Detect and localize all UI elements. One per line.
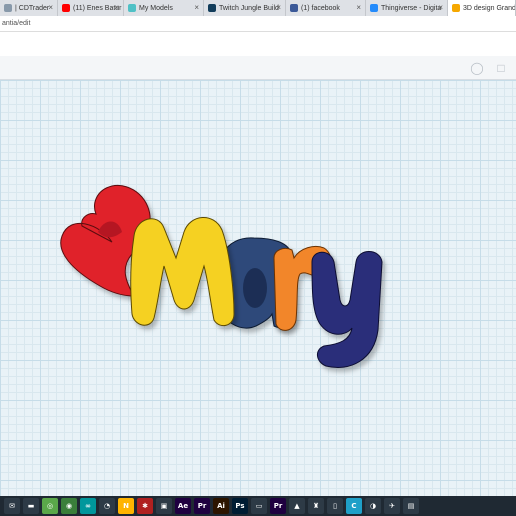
workplane[interactable] — [0, 80, 516, 496]
premiere-pro-icon[interactable]: Pr — [270, 498, 286, 514]
file-icon[interactable]: ▯ — [327, 498, 343, 514]
cone-icon[interactable]: ▲ — [289, 498, 305, 514]
n-app-icon[interactable]: N — [118, 498, 134, 514]
browser-tab[interactable]: My Models × — [124, 0, 204, 16]
monitor-icon[interactable]: ▭ — [251, 498, 267, 514]
close-icon[interactable]: × — [438, 4, 443, 12]
tinkercad-toolbar: ◯ □ — [0, 56, 516, 80]
blender-icon[interactable]: ◑ — [365, 498, 381, 514]
browser-tab[interactable]: (1) facebook × — [286, 0, 366, 16]
tab-label: My Models — [139, 4, 173, 12]
thingiverse-icon — [370, 4, 378, 12]
clock-icon[interactable]: ◔ — [99, 498, 115, 514]
tab-strip: | CDTrader×(11) Enes Batur - D×My Models… — [0, 0, 516, 16]
mail-icon[interactable]: ✉ — [4, 498, 20, 514]
game-icon[interactable]: ♜ — [308, 498, 324, 514]
photoshop-icon[interactable]: Ps — [232, 498, 248, 514]
light-bulb-icon[interactable]: ◯ — [470, 61, 484, 75]
close-icon[interactable]: × — [114, 4, 119, 12]
address-bar[interactable]: antia/edit — [0, 16, 516, 32]
browser-tab[interactable]: 3D design Grand St — [448, 0, 516, 16]
premiere-icon[interactable]: Pr — [194, 498, 210, 514]
3d-model-view — [60, 184, 383, 368]
browser-tab[interactable]: Twitch Jungle Build × — [204, 0, 286, 16]
page-icon — [4, 4, 12, 12]
plane-icon[interactable]: ✈ — [384, 498, 400, 514]
tab-label: Twitch Jungle Build — [219, 4, 279, 12]
arduino-icon[interactable]: ∞ — [80, 498, 96, 514]
explorer-icon[interactable]: ▬ — [23, 498, 39, 514]
thingiverse-icon — [128, 4, 136, 12]
close-icon[interactable]: × — [356, 4, 361, 12]
tab-label: Thingiverse - Digita — [381, 4, 442, 12]
url-text: antia/edit — [2, 20, 31, 27]
close-icon[interactable]: × — [276, 4, 281, 12]
browser-tab[interactable]: Thingiverse - Digita × — [366, 0, 448, 16]
after-effects-icon[interactable]: Ae — [175, 498, 191, 514]
close-icon[interactable]: × — [194, 4, 199, 12]
tinkercad-icon — [452, 4, 460, 12]
letter-y[interactable] — [311, 251, 383, 368]
tab-label: | CDTrader — [15, 4, 50, 12]
speech-bubble-icon[interactable]: □ — [494, 61, 508, 75]
windows-taskbar: ✉ ▬ ◎ ◉ ∞ ◔ N ✱ ▣ Ae Pr Ai Ps ▭ Pr ▲ ♜ ▯ C ◑ ✈ ▤ — [0, 496, 516, 516]
facebook-icon — [290, 4, 298, 12]
photo-app-icon[interactable]: ▣ — [156, 498, 172, 514]
close-icon[interactable]: × — [48, 4, 53, 12]
youtube-icon — [62, 4, 70, 12]
c-app-icon[interactable]: C — [346, 498, 362, 514]
browser-tab[interactable]: (11) Enes Batur - D× — [58, 0, 124, 16]
chrome-icon[interactable]: ◉ — [61, 498, 77, 514]
page-icon — [208, 4, 216, 12]
vpn-icon[interactable]: ◎ — [42, 498, 58, 514]
letter-m[interactable] — [130, 217, 235, 327]
browser-tab[interactable]: | CDTrader × — [0, 0, 58, 16]
illustrator-icon[interactable]: Ai — [213, 498, 229, 514]
tab-label: 3D design Grand St — [463, 4, 516, 12]
tab-label: (1) facebook — [301, 4, 340, 12]
store-icon[interactable]: ▤ — [403, 498, 419, 514]
app-icon[interactable]: ✱ — [137, 498, 153, 514]
